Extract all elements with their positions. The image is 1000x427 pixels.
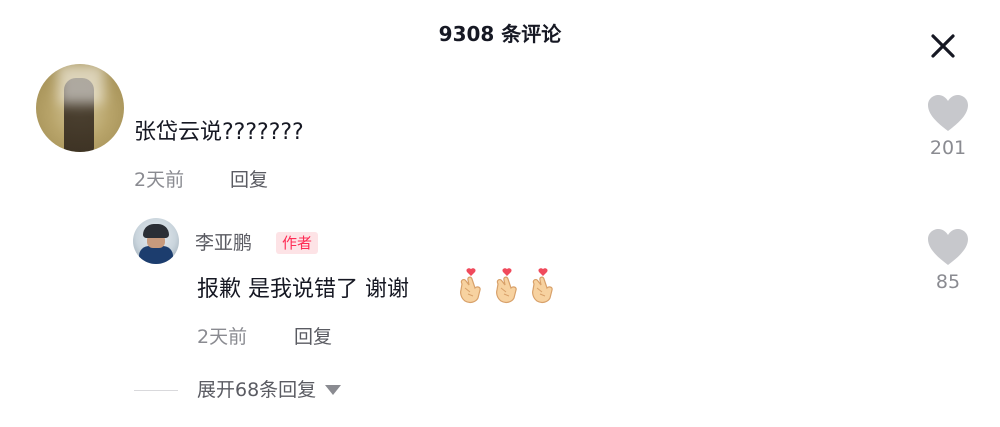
comment-timestamp: 2天前 xyxy=(134,169,185,191)
like-count: 201 xyxy=(929,137,967,159)
expand-replies-button[interactable]: 展开68条回复 xyxy=(197,377,342,403)
chevron-down-icon xyxy=(325,385,342,395)
like-button[interactable]: 201 xyxy=(918,94,978,160)
finger-heart-icon xyxy=(460,268,481,304)
expand-replies-label: 展开68条回复 xyxy=(197,379,317,401)
avatar[interactable] xyxy=(36,64,124,152)
username[interactable]: 李亚鹏 xyxy=(195,230,252,256)
comment-count-title: 9308 条评论 xyxy=(438,22,562,46)
emoji-row xyxy=(456,268,558,304)
comment-text: 张岱云说??????? xyxy=(134,120,304,145)
divider xyxy=(134,390,178,391)
like-button[interactable]: 85 xyxy=(918,228,978,294)
finger-heart-icon xyxy=(532,268,553,304)
reply-button[interactable]: 回复 xyxy=(230,167,268,193)
avatar[interactable] xyxy=(133,218,179,264)
heart-icon xyxy=(928,95,968,131)
author-badge: 作者 xyxy=(276,232,319,254)
comment-text: 报歉 是我说错了 谢谢 xyxy=(197,277,409,302)
like-count: 85 xyxy=(935,271,961,293)
reply-button[interactable]: 回复 xyxy=(294,324,332,350)
heart-icon xyxy=(928,229,968,265)
finger-heart-icon xyxy=(496,268,517,304)
comment-timestamp: 2天前 xyxy=(197,326,248,348)
close-button[interactable] xyxy=(925,28,961,64)
close-icon xyxy=(931,34,955,58)
